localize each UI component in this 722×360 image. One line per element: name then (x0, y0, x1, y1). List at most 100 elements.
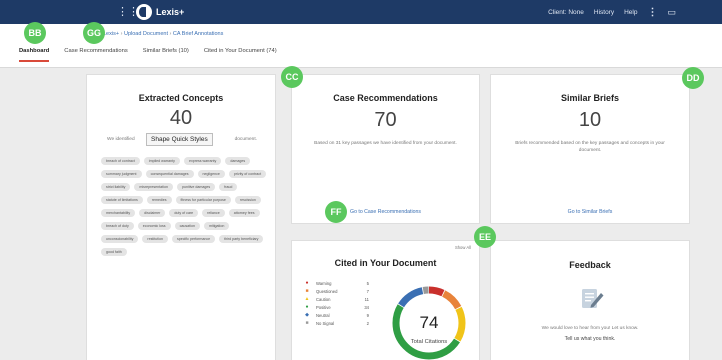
more-options-icon[interactable]: ⋮ (647, 7, 657, 18)
total-citations-count: 74 (419, 313, 439, 332)
tab-dashboard[interactable]: Dashboard (19, 48, 50, 62)
breadcrumb-item[interactable]: Upload Document (124, 31, 168, 37)
feedback-edit-icon (582, 289, 604, 308)
legend-count: 2 (366, 320, 369, 326)
annotation-marker: CC (281, 66, 303, 88)
card-title: Feedback (569, 260, 611, 270)
citation-legend: ● Warning 5 ■ Questioned 7 ▲ Caution 11 ● Positive… (302, 279, 382, 327)
concept-chip[interactable]: restitution (142, 235, 168, 243)
legend-row[interactable]: ■ Questioned 7 (302, 287, 382, 295)
show-all-link[interactable]: Show All (455, 245, 471, 250)
breadcrumb-item[interactable]: Lexis+ (103, 31, 119, 37)
history-link[interactable]: History (594, 9, 614, 16)
total-citations-label: Total Citations (410, 339, 448, 345)
logo-text: Lexis+ (156, 7, 185, 17)
card-title: Similar Briefs (560, 93, 620, 103)
concepts-description-start: We identified (107, 137, 135, 142)
tab-similar-briefs[interactable]: Similar Briefs (10) (143, 48, 189, 62)
apps-grid-icon[interactable]: ⋮⋮⋮ (117, 6, 150, 18)
concept-chip[interactable]: implied warranty (143, 157, 180, 165)
annotation-marker: FF (325, 201, 347, 223)
concept-chip[interactable]: strict liability (101, 183, 131, 191)
client-selector[interactable]: Client: None (548, 9, 584, 16)
feedback-description: We would love to hear from you! Let us k… (541, 326, 639, 331)
case-recommendations-card: Case Recommendations 70 Based on 31 key … (291, 74, 480, 224)
concept-chip[interactable]: statute of limitations (101, 196, 143, 204)
top-nav-right: Client: None History Help ⋮ ▭ (548, 0, 676, 24)
annotation-marker: EE (474, 226, 496, 248)
concept-chip[interactable]: causation (174, 222, 200, 230)
annotation-marker: DD (682, 67, 704, 89)
concepts-count: 40 (169, 107, 193, 129)
concept-chip[interactable]: duty of care (169, 209, 199, 217)
concept-chip[interactable]: economic loss (137, 222, 171, 230)
signal-icon: ▲ (304, 296, 310, 302)
concept-chip[interactable]: privity of contract (228, 170, 267, 178)
concept-chip[interactable]: fraud (219, 183, 238, 191)
tab-cited-in-document[interactable]: Cited in Your Document (74) (204, 48, 277, 62)
concepts-description-end: document. (234, 137, 257, 142)
go-to-case-recommendations-link[interactable]: Go to Case Recommendations (292, 209, 479, 215)
concept-chip[interactable]: punitive damages (176, 183, 216, 191)
sub-header: Lexis+ › Upload Document › CA Brief Anno… (0, 24, 722, 68)
legend-count: 7 (366, 288, 369, 294)
legend-label: No Signal (316, 320, 335, 326)
legend-count: 11 (364, 296, 369, 302)
legend-row[interactable]: ● Warning 5 (302, 279, 382, 287)
concept-chip[interactable]: merchantability (101, 209, 136, 217)
chat-icon[interactable]: ▭ (667, 7, 676, 18)
signal-icon: ◆ (305, 312, 309, 318)
signal-icon: ■ (305, 288, 309, 294)
legend-label: Questioned (316, 288, 338, 294)
signal-icon: ■ (305, 320, 309, 326)
concept-chip[interactable]: breach of duty (101, 222, 134, 230)
shape-quick-styles-tooltip: Shape Quick Styles (146, 133, 213, 146)
concept-chip[interactable]: mitigation (203, 222, 230, 230)
concept-chip[interactable]: express warranty (183, 157, 222, 165)
go-to-similar-briefs-link[interactable]: Go to Similar Briefs (491, 209, 689, 215)
annotation-marker: BB (24, 22, 46, 44)
annotation-marker: GG (83, 22, 105, 44)
concept-chip[interactable]: third party beneficiary (219, 235, 264, 243)
legend-row[interactable]: ◆ Neutral 9 (302, 311, 382, 319)
legend-label: Warning (316, 280, 332, 286)
legend-label: Caution (316, 296, 331, 302)
legend-count: 9 (366, 312, 369, 318)
concept-chip[interactable]: misrepresentation (134, 183, 173, 191)
concept-chip[interactable]: breach of contract (101, 157, 140, 165)
concept-chip[interactable]: consequential damages (145, 170, 194, 178)
legend-row[interactable]: ▲ Caution 11 (302, 295, 382, 303)
signal-icon: ● (305, 304, 309, 310)
concept-chip[interactable]: damages (225, 157, 251, 165)
card-title: Cited in Your Document (334, 258, 437, 268)
concept-chip[interactable]: fitness for particular purpose (175, 196, 231, 204)
concept-chip[interactable]: good faith (101, 248, 127, 256)
legend-row[interactable]: ■ No Signal 2 (302, 319, 382, 327)
legend-count: 34 (364, 304, 369, 310)
concept-chip[interactable]: reliance (202, 209, 225, 217)
concept-chip[interactable]: rescission (234, 196, 261, 204)
top-nav-bar: ⋮⋮⋮ Lexis+ Client: None History Help ⋮ ▭ (0, 0, 722, 24)
feedback-link[interactable]: Tell us what you think. (491, 336, 689, 342)
legend-label: Positive (316, 304, 331, 310)
legend-count: 5 (366, 280, 369, 286)
concept-chip[interactable]: specific performance (171, 235, 216, 243)
help-link[interactable]: Help (624, 9, 637, 16)
tab-case-recommendations[interactable]: Case Recommendations (64, 48, 127, 62)
lexis-logo[interactable]: Lexis+ (136, 4, 184, 20)
concept-chip[interactable]: disclaimer (139, 209, 166, 217)
concept-chip[interactable]: attorney fees (228, 209, 260, 217)
legend-row[interactable]: ● Positive 34 (302, 303, 382, 311)
card-title: Case Recommendations (333, 93, 438, 103)
concept-chip-list: breach of contract implied warranty expres… (101, 157, 267, 256)
case-recs-description: Based on 31 key passages we have identif… (314, 141, 457, 146)
breadcrumb-item: CA Brief Annotations (172, 31, 224, 37)
similar-briefs-card: Similar Briefs 10 Briefs recommended bas… (490, 74, 690, 224)
signal-icon: ● (305, 280, 309, 286)
concept-chip[interactable]: negligence (197, 170, 225, 178)
concept-chip[interactable]: remedies (146, 196, 172, 204)
concept-chip[interactable]: unconscionability (101, 235, 139, 243)
concept-chip[interactable]: summary judgment (101, 170, 142, 178)
cited-in-document-card: Show All Cited in Your Document ● Warning… (291, 240, 480, 360)
card-title: Extracted Concepts (138, 93, 224, 103)
